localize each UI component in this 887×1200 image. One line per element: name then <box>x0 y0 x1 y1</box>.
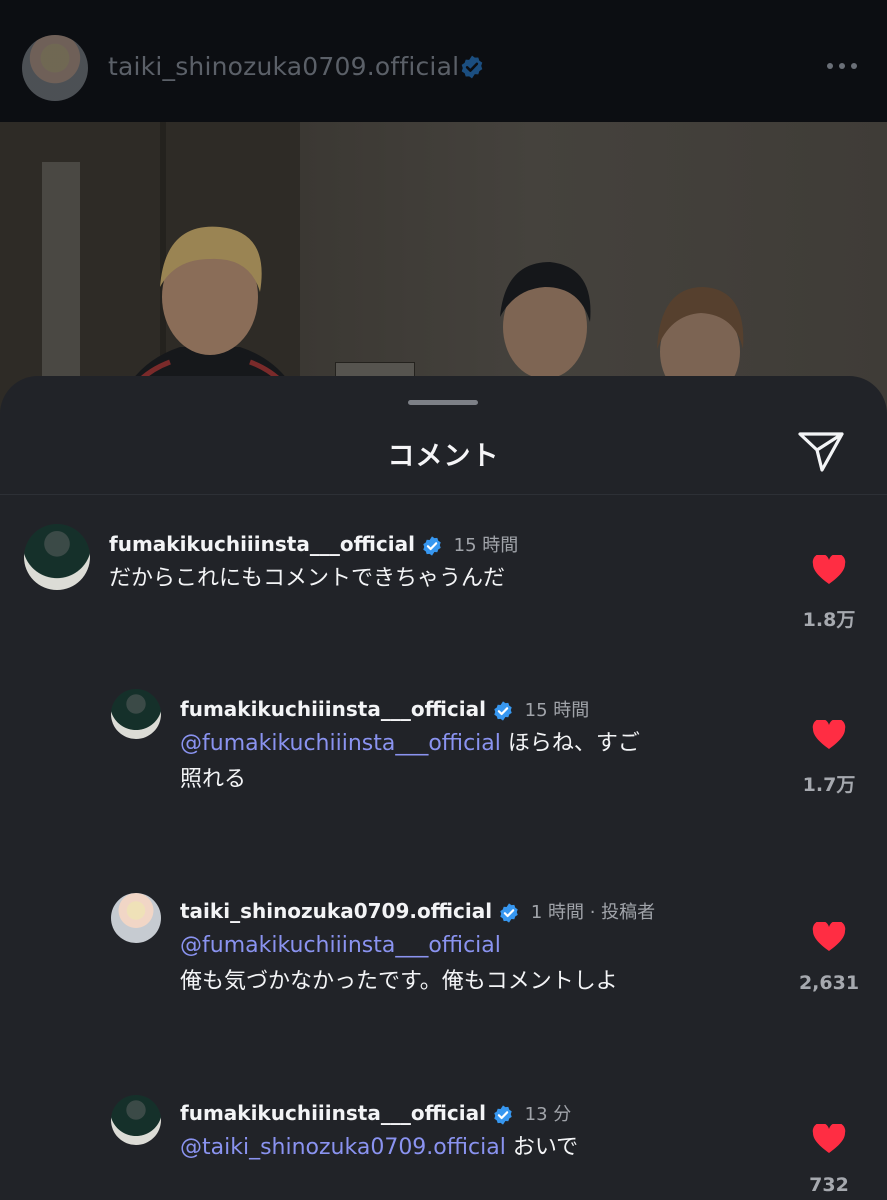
verified-badge-icon <box>423 535 442 556</box>
heart-like-icon[interactable] <box>812 1124 846 1154</box>
verified-badge-icon <box>461 55 483 79</box>
reply-item: fumakikuchiiinsta___official 15 時間 @fuma… <box>0 689 887 829</box>
post-header: taiki_shinozuka0709.official <box>0 0 887 122</box>
heart-like-icon[interactable] <box>812 720 846 750</box>
comment-header: fumakikuchiiinsta___official 15 時間 <box>180 696 589 722</box>
heart-like-icon[interactable] <box>812 555 846 585</box>
comment-username[interactable]: fumakikuchiiinsta___official <box>180 1101 486 1125</box>
comment-item: fumakikuchiiinsta___official 15 時間 だからこれ… <box>0 524 887 654</box>
reply-item: taiki_shinozuka0709.official 1 時間 · 投稿者 … <box>0 891 887 1031</box>
comment-username[interactable]: taiki_shinozuka0709.official <box>180 899 492 923</box>
verified-badge-icon <box>494 1104 513 1125</box>
comment-username[interactable]: fumakikuchiiinsta___official <box>109 532 415 556</box>
post-author-username[interactable]: taiki_shinozuka0709.official <box>108 52 459 81</box>
comment-timestamp: 15 時間 <box>453 535 519 556</box>
like-count: 2,631 <box>798 972 860 994</box>
header-divider <box>0 494 887 495</box>
sheet-title: コメント <box>387 441 500 472</box>
send-paper-plane-icon[interactable] <box>796 428 846 474</box>
commenter-avatar[interactable] <box>24 524 90 590</box>
like-count: 1.7万 <box>802 774 856 796</box>
comment-text: @fumakikuchiiinsta___official ほらね、すご <box>180 726 640 762</box>
comment-timestamp: 1 時間 · 投稿者 <box>530 902 656 923</box>
comment-timestamp: 13 分 <box>524 1104 572 1125</box>
comment-text-line: 俺も気づかなかったです。俺もコメントしよ <box>180 969 618 994</box>
like-count: 1.8万 <box>802 609 856 631</box>
mention-link[interactable]: @taiki_shinozuka0709.official <box>180 1135 506 1160</box>
like-count: 732 <box>809 1174 849 1196</box>
comment-timestamp: 15 時間 <box>524 700 590 721</box>
comment-header: fumakikuchiiinsta___official 13 分 <box>180 1100 571 1126</box>
comment-header: taiki_shinozuka0709.official 1 時間 · 投稿者 <box>180 898 655 924</box>
comment-header: fumakikuchiiinsta___official 15 時間 <box>109 531 518 557</box>
mention-link[interactable]: @fumakikuchiiinsta___official <box>180 731 501 756</box>
comment-text-line: おいで <box>505 1135 579 1160</box>
comment-username[interactable]: fumakikuchiiinsta___official <box>180 697 486 721</box>
reply-item: fumakikuchiiinsta___official 13 分 @taiki… <box>0 1093 887 1200</box>
verified-badge-icon <box>500 902 519 923</box>
verified-badge-icon <box>494 700 513 721</box>
more-options-icon[interactable] <box>822 56 862 76</box>
comment-text: だからこれにもコメントできちゃうんだ <box>109 566 506 591</box>
sheet-drag-handle[interactable] <box>408 400 478 405</box>
heart-like-icon[interactable] <box>812 922 846 952</box>
comment-text: @fumakikuchiiinsta___official <box>180 928 501 964</box>
mention-link[interactable]: @fumakikuchiiinsta___official <box>180 933 501 958</box>
commenter-avatar[interactable] <box>111 689 161 739</box>
commenter-avatar[interactable] <box>111 1095 161 1145</box>
comments-sheet: コメント fumakikuchiiinsta___official 15 時間 … <box>0 376 887 1200</box>
comment-text: @taiki_shinozuka0709.official おいで <box>180 1130 578 1166</box>
comment-text-line: ほらね、すご <box>500 731 640 756</box>
commenter-avatar[interactable] <box>111 893 161 943</box>
comment-text-line: 照れる <box>180 767 247 792</box>
post-author-avatar[interactable] <box>22 35 88 101</box>
